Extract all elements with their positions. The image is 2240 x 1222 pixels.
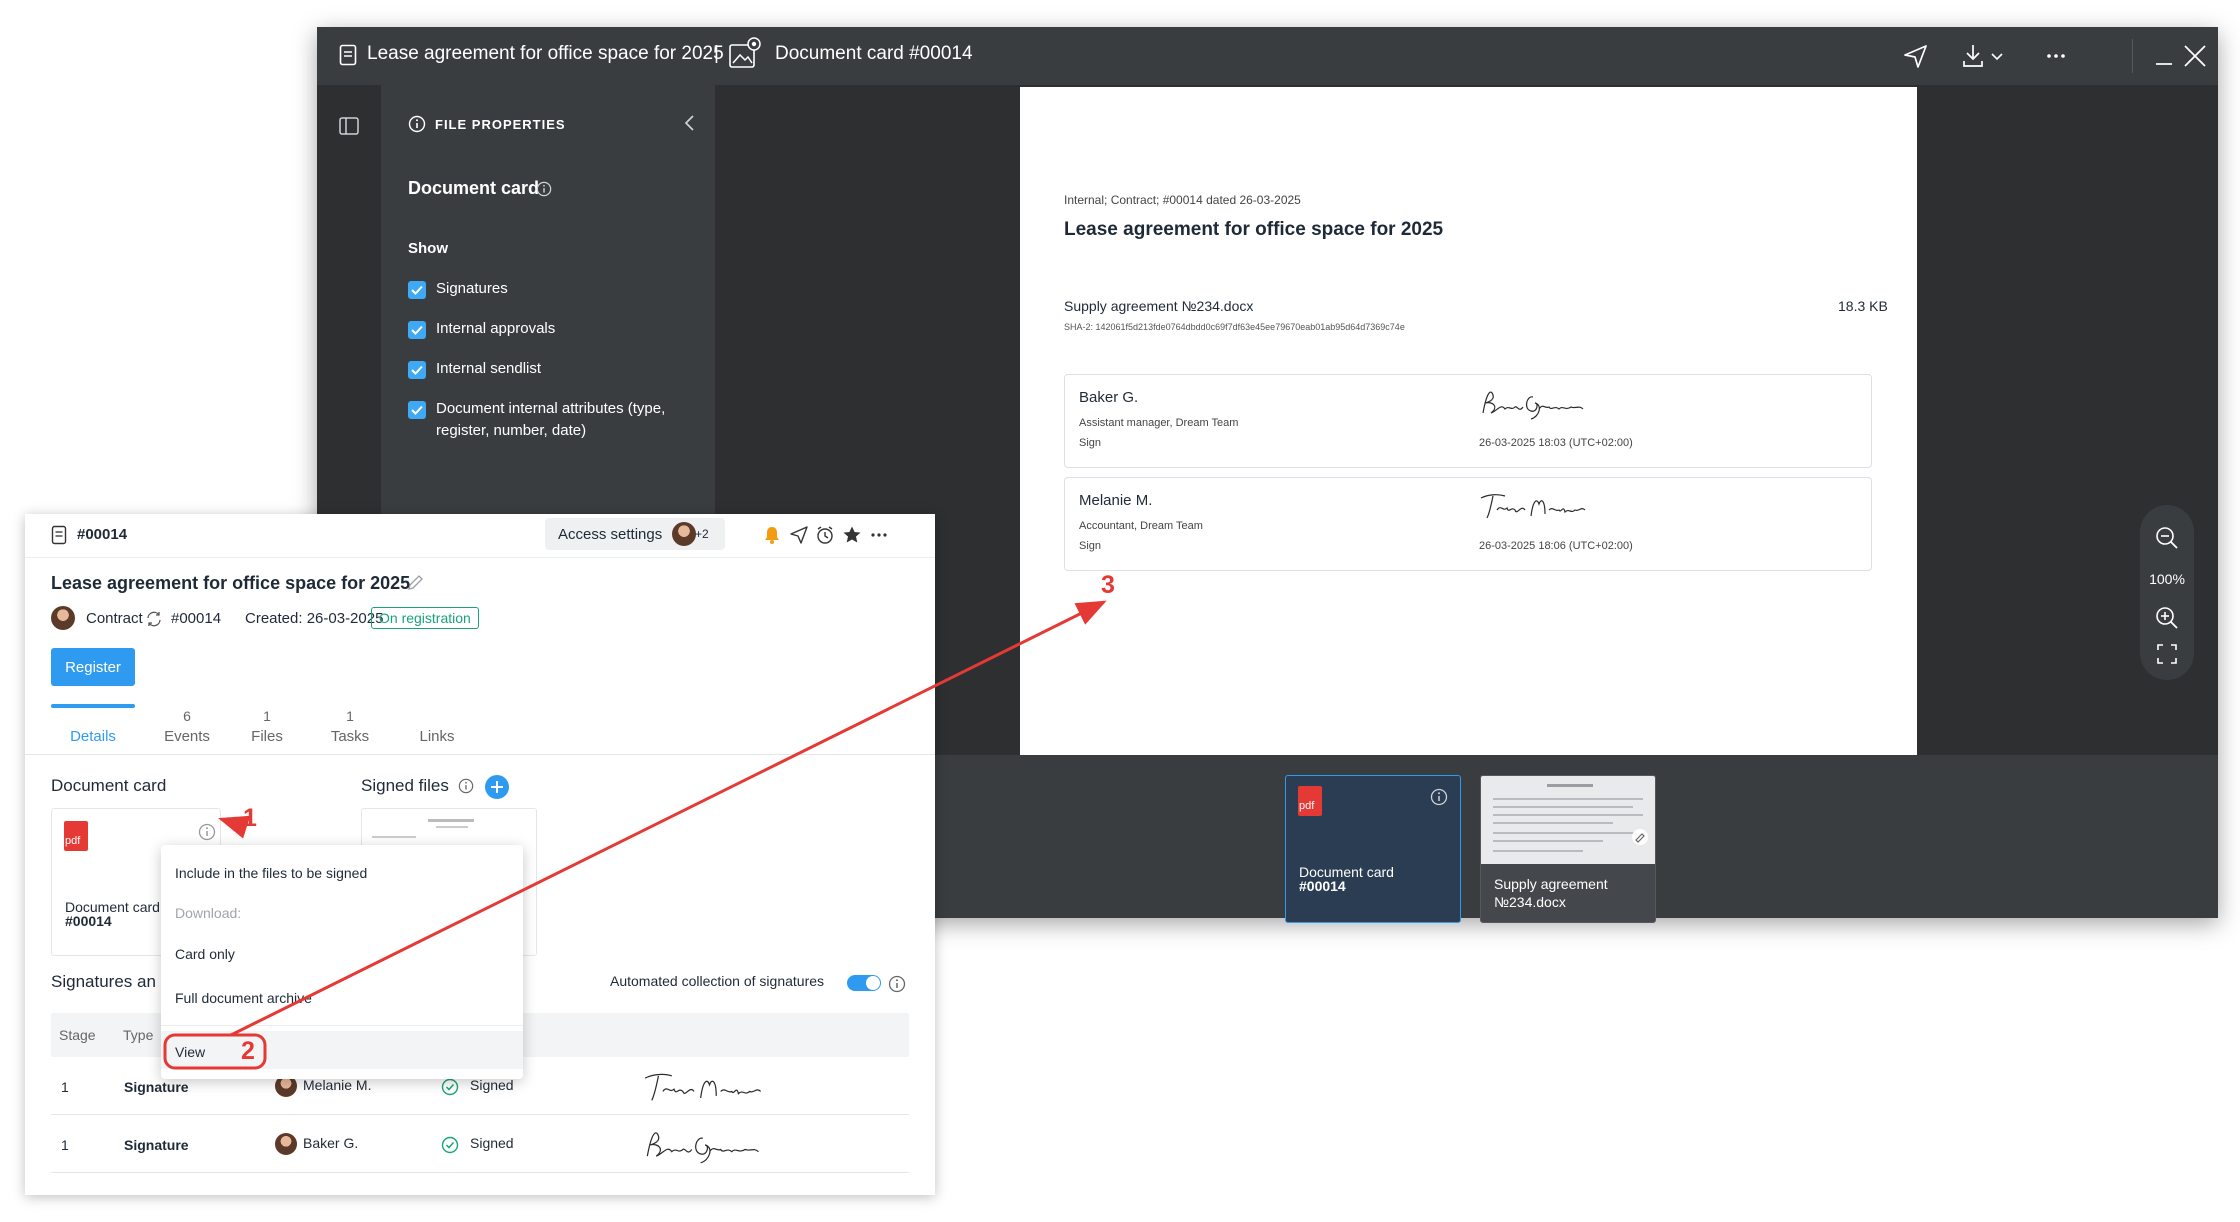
annotation-arrow bbox=[230, 600, 1107, 1037]
annotation-number-2: 2 bbox=[241, 1037, 255, 1065]
annotation-number-1: 1 bbox=[243, 804, 257, 832]
annotation-number-3: 3 bbox=[1101, 571, 1115, 599]
annotation-overlay bbox=[163, 600, 1107, 1070]
annotation-pointer bbox=[218, 815, 251, 839]
